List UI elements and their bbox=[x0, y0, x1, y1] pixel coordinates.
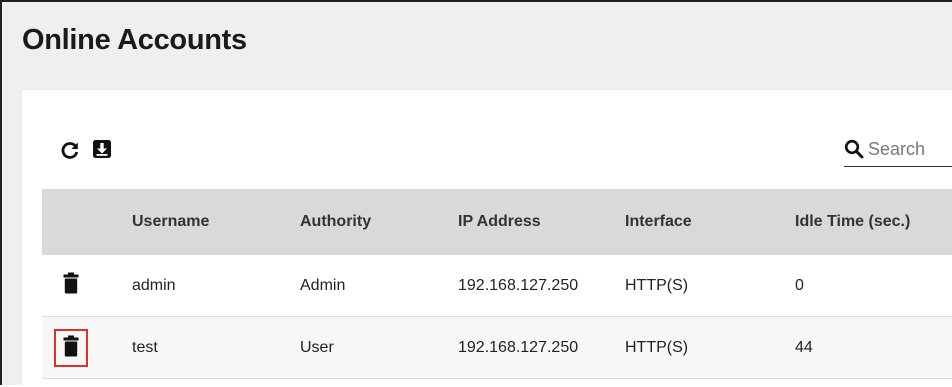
search-input[interactable] bbox=[864, 138, 952, 160]
cell-authority: Admin bbox=[300, 277, 346, 294]
cell-username: test bbox=[132, 339, 158, 356]
cell-interface: HTTP(S) bbox=[625, 339, 689, 356]
cell-interface: HTTP(S) bbox=[625, 277, 689, 294]
cell-username: admin bbox=[132, 277, 176, 294]
search-box[interactable] bbox=[844, 132, 952, 167]
refresh-icon[interactable] bbox=[60, 140, 80, 160]
accounts-card: Username Authority IP Address Interface … bbox=[22, 90, 952, 387]
column-header-authority[interactable]: Authority bbox=[300, 189, 371, 255]
trash-icon bbox=[63, 335, 79, 362]
search-icon bbox=[844, 139, 864, 159]
cell-ip-address: 192.168.127.250 bbox=[458, 277, 579, 294]
column-header-ip-address[interactable]: IP Address bbox=[458, 189, 541, 255]
table-row: admin Admin 192.168.127.250 HTTP(S) 0 bbox=[42, 255, 952, 317]
column-header-username[interactable]: Username bbox=[132, 189, 209, 255]
table-header: Username Authority IP Address Interface … bbox=[42, 189, 952, 255]
app-frame: Online Accounts Search Username Authorit… bbox=[0, 0, 952, 387]
cell-ip-address: 192.168.127.250 bbox=[458, 339, 579, 356]
cell-idle-time: 0 bbox=[795, 277, 804, 294]
cell-idle-time: 44 bbox=[795, 339, 813, 356]
accounts-table: Username Authority IP Address Interface … bbox=[42, 189, 952, 379]
column-header-interface[interactable]: Interface bbox=[625, 189, 692, 255]
column-header-idle-time[interactable]: Idle Time (sec.) bbox=[795, 189, 910, 255]
trash-icon bbox=[63, 272, 79, 299]
cell-authority: User bbox=[300, 339, 334, 356]
page-title: Online Accounts bbox=[22, 24, 247, 56]
delete-button-highlighted[interactable] bbox=[54, 329, 88, 367]
table-row: test User 192.168.127.250 HTTP(S) 44 bbox=[42, 317, 952, 379]
download-icon[interactable] bbox=[92, 139, 112, 159]
delete-button[interactable] bbox=[56, 255, 86, 316]
